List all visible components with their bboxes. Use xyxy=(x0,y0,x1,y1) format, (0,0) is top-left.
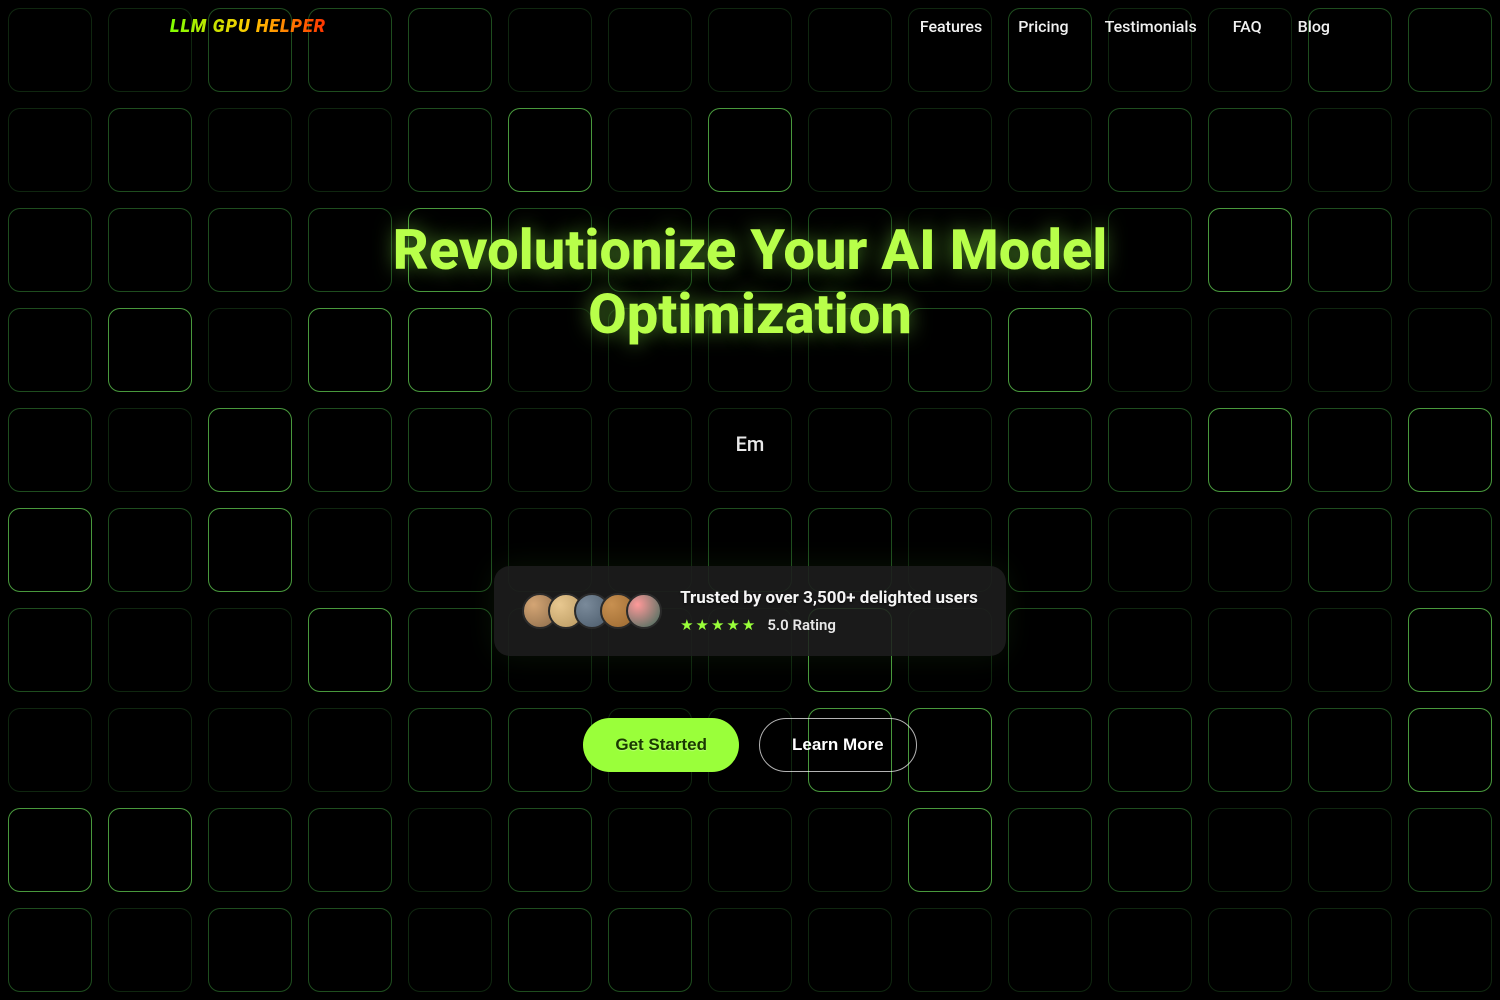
bg-cube xyxy=(308,908,392,992)
bg-cube xyxy=(1308,808,1392,892)
nav-testimonials[interactable]: Testimonials xyxy=(1105,17,1197,36)
bg-cube xyxy=(1108,908,1192,992)
bg-cube xyxy=(108,908,192,992)
bg-cube xyxy=(8,808,92,892)
bg-cube xyxy=(308,808,392,892)
site-header: LLM GPU HELPER Features Pricing Testimon… xyxy=(0,0,1500,53)
trust-headline: Trusted by over 3,500+ delighted users xyxy=(680,588,978,608)
bg-cube xyxy=(908,908,992,992)
bg-cube xyxy=(508,808,592,892)
brand-logo[interactable]: LLM GPU HELPER xyxy=(170,16,326,37)
bg-cube xyxy=(708,908,792,992)
cta-row: Get Started Learn More xyxy=(583,718,916,772)
learn-more-button[interactable]: Learn More xyxy=(759,718,917,772)
hero-typing-text: Em xyxy=(736,432,765,456)
bg-cube xyxy=(808,808,892,892)
bg-cube xyxy=(8,908,92,992)
hero-title: Revolutionize Your AI Model Optimization xyxy=(300,218,1200,347)
bg-cube xyxy=(1208,808,1292,892)
nav-features[interactable]: Features xyxy=(920,17,982,36)
main-nav: Features Pricing Testimonials FAQ Blog xyxy=(920,17,1330,36)
avatar xyxy=(626,593,662,629)
user-avatars xyxy=(522,593,662,629)
bg-cube xyxy=(908,808,992,892)
bg-cube xyxy=(408,808,492,892)
trust-card: Trusted by over 3,500+ delighted users ★… xyxy=(494,566,1006,656)
bg-cube xyxy=(1108,808,1192,892)
bg-cube xyxy=(808,908,892,992)
rating-text: 5.0 Rating xyxy=(767,616,836,634)
bg-cube xyxy=(1308,908,1392,992)
rating-row: ★★★★★ 5.0 Rating xyxy=(680,616,978,634)
nav-pricing[interactable]: Pricing xyxy=(1018,17,1068,36)
nav-faq[interactable]: FAQ xyxy=(1233,17,1262,36)
star-icons: ★★★★★ xyxy=(680,616,757,634)
bg-cube xyxy=(508,908,592,992)
bg-cube xyxy=(608,908,692,992)
bg-cube xyxy=(1208,908,1292,992)
hero-section: Revolutionize Your AI Model Optimization… xyxy=(0,53,1500,772)
bg-cube xyxy=(1408,808,1492,892)
bg-cube xyxy=(1408,908,1492,992)
bg-cube xyxy=(1008,808,1092,892)
bg-cube xyxy=(408,908,492,992)
bg-cube xyxy=(608,808,692,892)
bg-cube xyxy=(208,808,292,892)
get-started-button[interactable]: Get Started xyxy=(583,718,739,772)
nav-blog[interactable]: Blog xyxy=(1298,17,1330,36)
bg-cube xyxy=(1008,908,1092,992)
bg-cube xyxy=(108,808,192,892)
bg-cube xyxy=(208,908,292,992)
bg-cube xyxy=(708,808,792,892)
trust-text: Trusted by over 3,500+ delighted users ★… xyxy=(680,588,978,634)
